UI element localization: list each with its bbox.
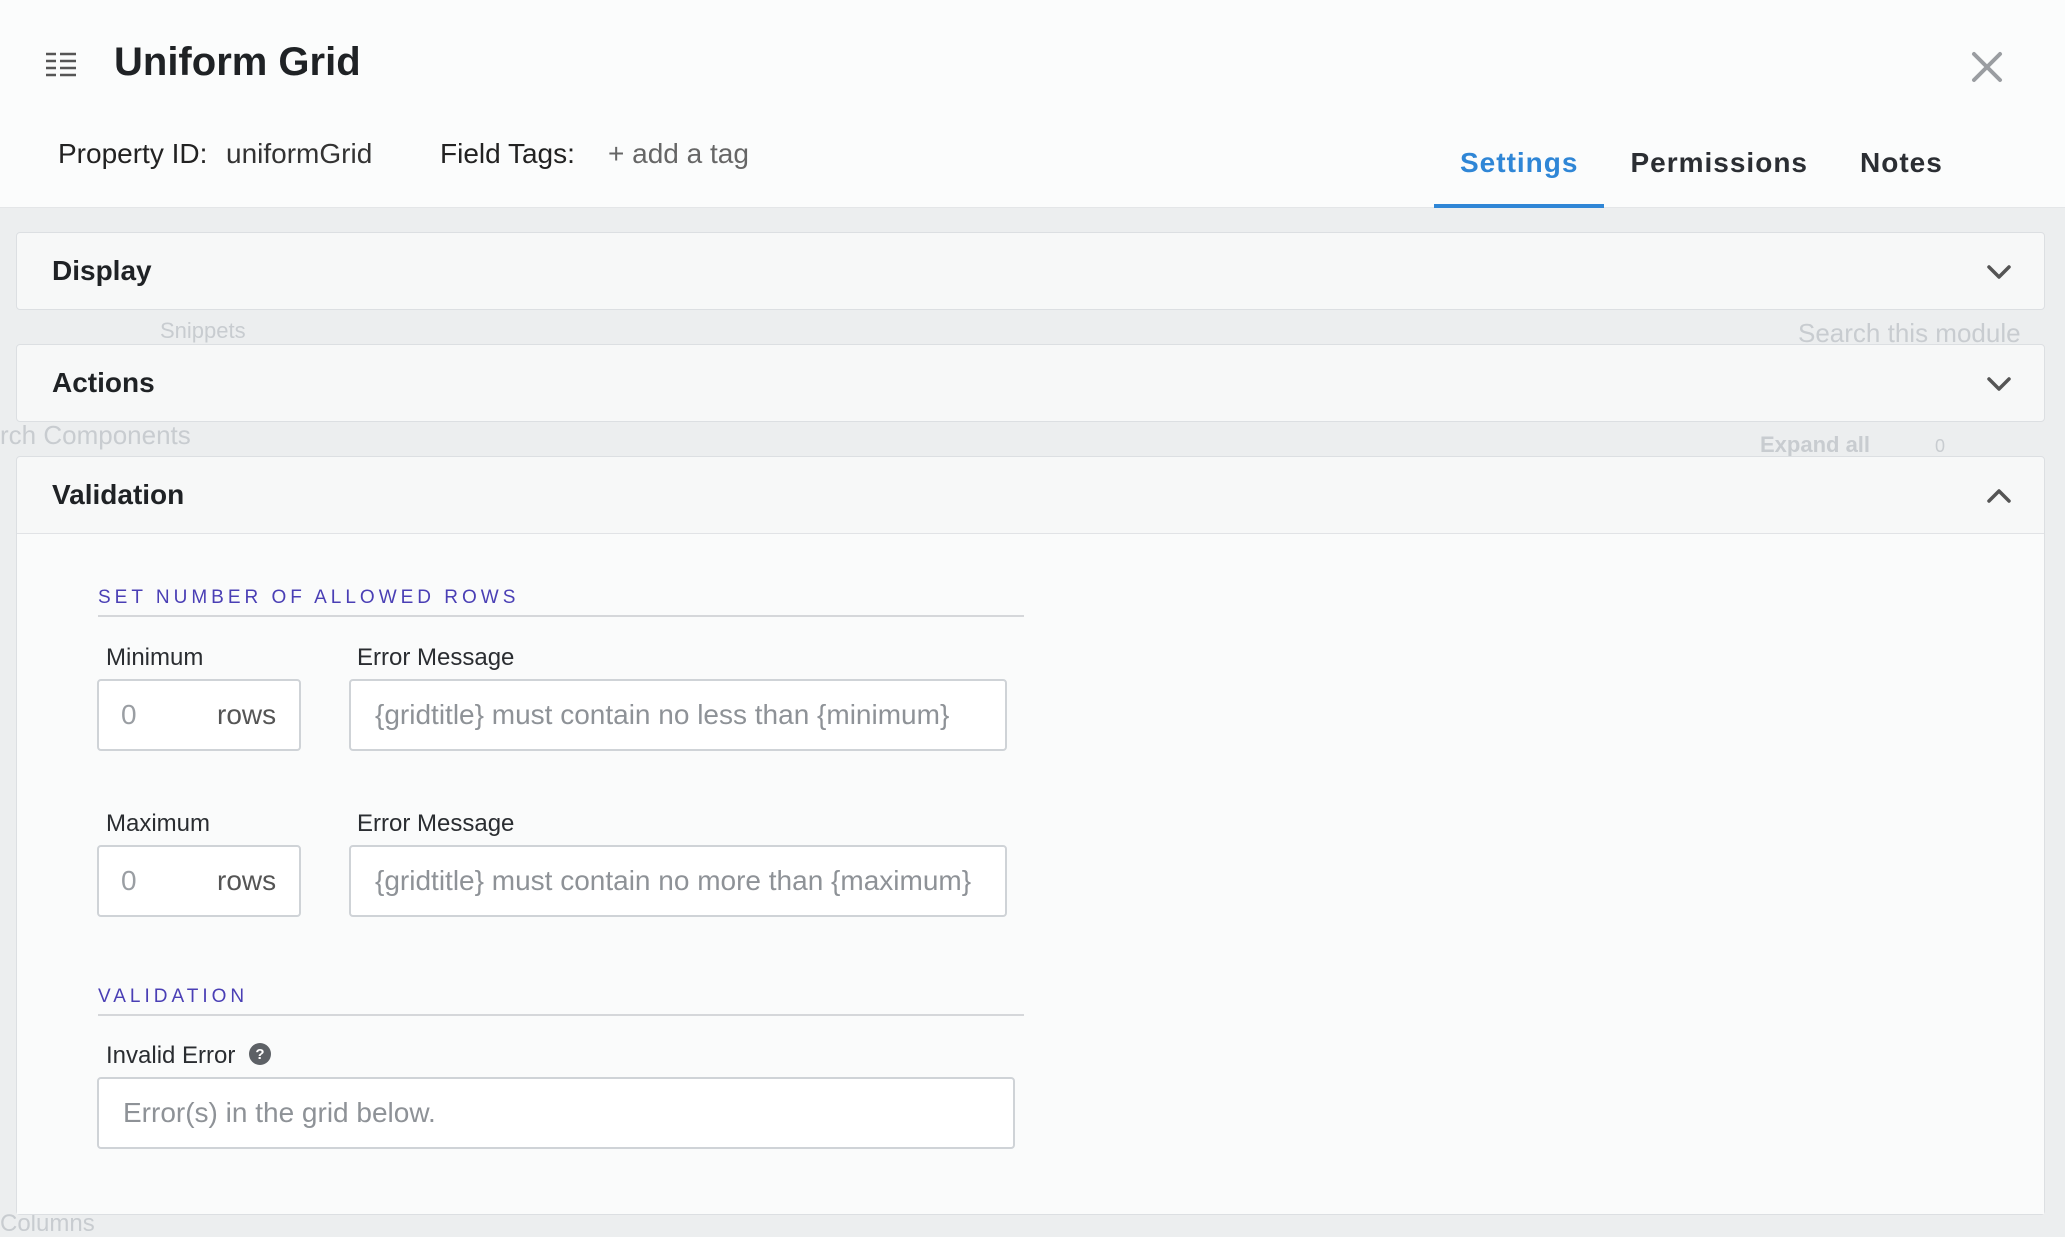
min-error-message-field[interactable]: {gridtitle} must contain no less than {m… xyxy=(349,679,1007,751)
maximum-unit: rows xyxy=(217,865,277,896)
panel-validation-label: Validation xyxy=(52,479,185,510)
minimum-label: Minimum xyxy=(106,644,204,671)
max-error-label: Error Message xyxy=(357,810,515,837)
chevron-down-icon xyxy=(1987,265,2011,279)
close-icon[interactable] xyxy=(1968,48,2006,86)
minimum-unit: rows xyxy=(217,699,277,730)
tab-permissions[interactable]: Permissions xyxy=(1604,120,1834,208)
tab-notes[interactable]: Notes xyxy=(1834,120,1969,208)
min-error-label: Error Message xyxy=(357,644,515,671)
chevron-down-icon xyxy=(1987,377,2011,391)
rows-section-divider xyxy=(98,615,1024,617)
rows-section-title: SET NUMBER OF ALLOWED ROWS xyxy=(98,587,520,608)
modal-title: Uniform Grid xyxy=(114,40,361,84)
panel-actions-label: Actions xyxy=(52,367,155,398)
tab-bar: Settings Permissions Notes xyxy=(1434,120,1969,208)
panel-actions: Actions xyxy=(16,344,2045,422)
max-error-message-field[interactable]: {gridtitle} must contain no more than {m… xyxy=(349,845,1007,917)
invalid-error-label-wrap: Invalid Error ? xyxy=(106,1042,272,1070)
panel-validation: Validation SET NUMBER OF ALLOWED ROWS Mi… xyxy=(16,456,2045,1215)
panel-display-header[interactable]: Display xyxy=(17,233,2044,309)
minimum-value: 0 xyxy=(121,699,137,730)
list-icon xyxy=(46,52,76,77)
modal-header: Uniform Grid Property ID: uniformGrid Fi… xyxy=(0,0,2065,208)
panel-validation-header[interactable]: Validation xyxy=(17,457,2044,533)
help-icon[interactable]: ? xyxy=(248,1042,272,1066)
tab-settings[interactable]: Settings xyxy=(1434,120,1605,208)
validation-section-divider xyxy=(98,1014,1024,1016)
panel-actions-header[interactable]: Actions xyxy=(17,345,2044,421)
property-id-label: Property ID: xyxy=(58,138,208,169)
panel-validation-body: SET NUMBER OF ALLOWED ROWS Minimum Error… xyxy=(17,533,2044,1214)
maximum-value: 0 xyxy=(121,865,137,896)
invalid-error-label: Invalid Error xyxy=(106,1042,236,1069)
panel-display-label: Display xyxy=(52,255,152,286)
field-tags-label: Field Tags: xyxy=(440,138,575,169)
add-tag-link[interactable]: + add a tag xyxy=(608,138,749,170)
svg-text:?: ? xyxy=(255,1046,264,1063)
maximum-rows-input[interactable]: 0 rows xyxy=(97,845,301,917)
maximum-label: Maximum xyxy=(106,810,211,837)
validation-section-title: VALIDATION xyxy=(98,986,249,1007)
settings-modal: Uniform Grid Property ID: uniformGrid Fi… xyxy=(0,0,2065,1237)
property-id-value: uniformGrid xyxy=(226,138,373,169)
chevron-up-icon xyxy=(1987,489,2011,503)
panel-display: Display xyxy=(16,232,2045,310)
invalid-error-field[interactable]: Error(s) in the grid below. xyxy=(97,1077,1015,1149)
minimum-rows-input[interactable]: 0 rows xyxy=(97,679,301,751)
